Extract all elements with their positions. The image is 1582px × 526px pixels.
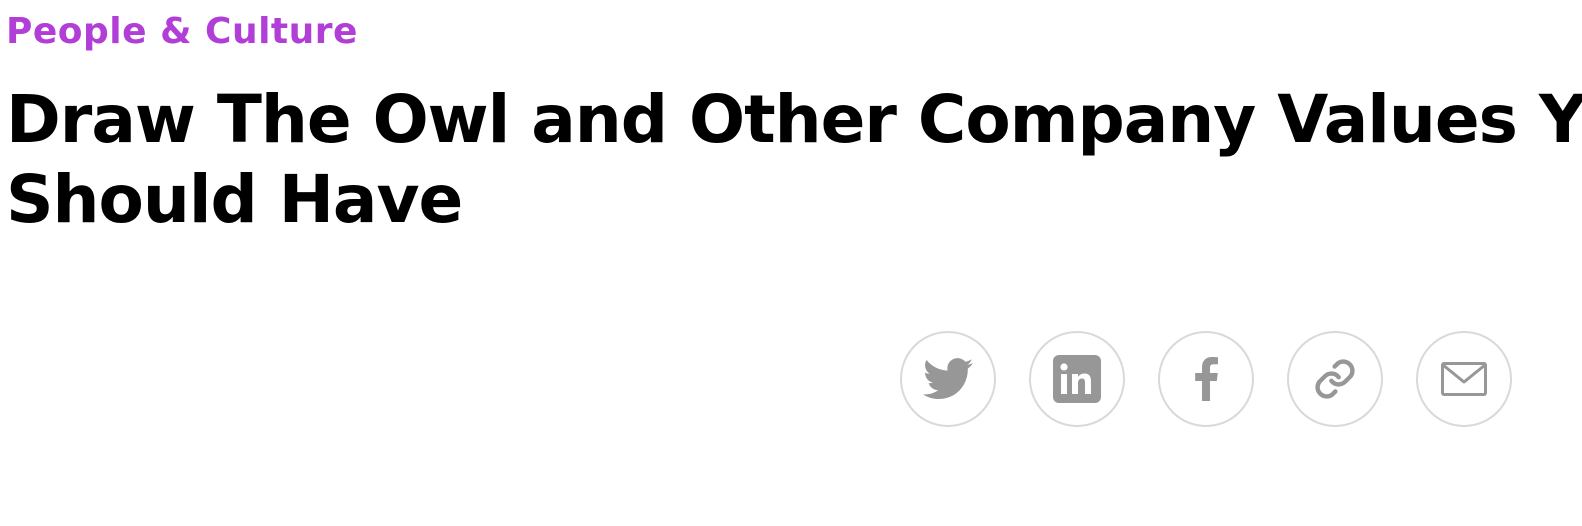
facebook-icon <box>1194 357 1218 401</box>
headline-container: Draw The Owl and Other Company Values Yo… <box>0 0 1582 526</box>
share-linkedin-button[interactable] <box>1029 331 1125 427</box>
article-title: Draw The Owl and Other Company Values Yo… <box>6 81 1582 238</box>
share-twitter-button[interactable] <box>900 331 996 427</box>
link-icon <box>1313 357 1357 401</box>
share-email-button[interactable] <box>1416 331 1512 427</box>
share-facebook-button[interactable] <box>1158 331 1254 427</box>
twitter-icon <box>923 358 973 400</box>
linkedin-icon <box>1053 355 1101 403</box>
share-link-button[interactable] <box>1287 331 1383 427</box>
email-icon <box>1441 362 1487 396</box>
share-bar <box>900 331 1512 427</box>
